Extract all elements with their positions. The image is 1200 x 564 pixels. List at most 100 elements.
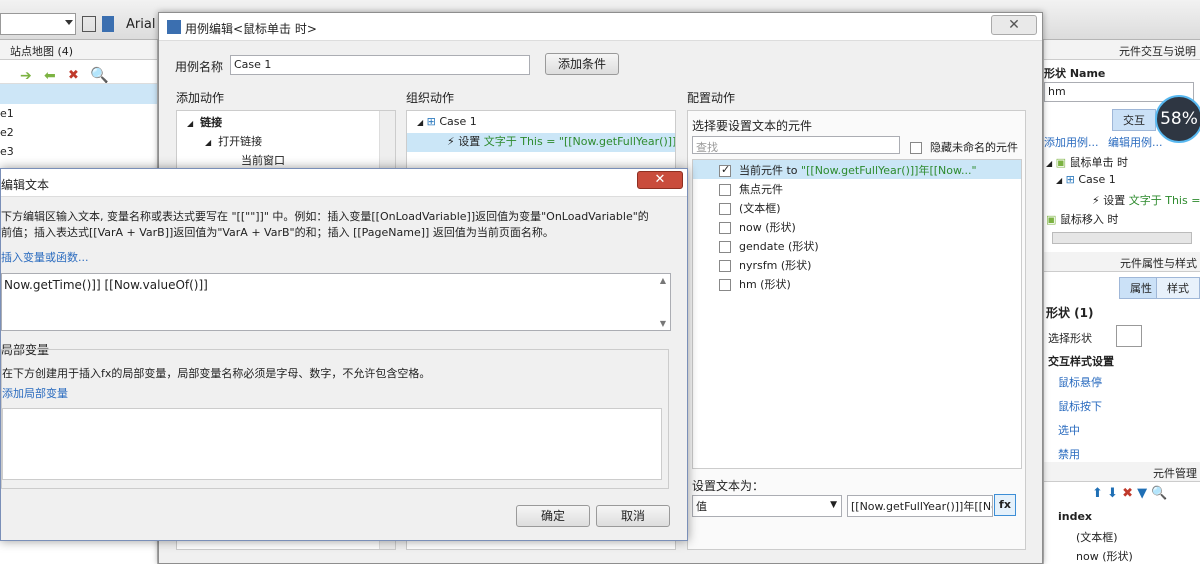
widget-row[interactable]: now (形状) — [693, 217, 1021, 236]
manager-toolbar: ⬆ ⬇ ✖ ▼ 🔍 — [1092, 486, 1167, 501]
add-case-link[interactable]: 添加用例... — [1044, 136, 1099, 149]
value-type-select[interactable]: 值 ▼ — [692, 495, 842, 517]
close-icon[interactable]: ✕ — [991, 15, 1037, 35]
sitemap-selected-row[interactable] — [0, 84, 157, 104]
style-pressed-link[interactable]: 鼠标按下 — [1058, 398, 1102, 414]
lightning-icon: ⚡ — [447, 135, 455, 148]
edit-dialog-title: 编辑文本 — [1, 178, 50, 192]
filter-icon[interactable]: ▼ — [1137, 486, 1147, 501]
widget-row[interactable]: 焦点元件 — [693, 179, 1021, 198]
fx-button[interactable]: fx — [994, 494, 1016, 516]
style-hover-link[interactable]: 鼠标悬停 — [1058, 374, 1102, 390]
action-row[interactable]: ⚡ 设置 文字于 This = — [1092, 192, 1200, 211]
style-selected-link[interactable]: 选中 — [1058, 422, 1080, 438]
widget-label: (文本框) — [739, 202, 781, 215]
event-label: 鼠标移入 时 — [1059, 213, 1119, 226]
sitemap-header: 站点地图 (4) — [0, 40, 157, 60]
insert-variable-link[interactable]: 插入变量或函数... — [1, 249, 89, 265]
tree-node[interactable]: ◢ 打开链接 — [205, 133, 262, 152]
arrow-right-icon[interactable]: ➔ — [20, 68, 32, 84]
value-text-input[interactable]: [[Now.getFullYear()]]年[[Now. — [847, 495, 993, 517]
tab-interaction[interactable]: 交互 — [1112, 109, 1156, 131]
hide-unnamed-checkbox[interactable] — [910, 142, 922, 154]
widget-checkbox[interactable] — [719, 279, 731, 291]
event-label: 鼠标单击 时 — [1069, 156, 1129, 169]
case-name-label: 用例名称 — [175, 60, 224, 74]
widget-row[interactable]: hm (形状) — [693, 274, 1021, 293]
manager-item[interactable]: (文本框) — [1076, 529, 1118, 545]
action-prefix: 设置 — [458, 135, 481, 148]
tree-node[interactable]: ◢ 链接 — [187, 114, 222, 133]
edit-description: 下方编辑区输入文本, 变量名称或表达式要写在 "[[""]]" 中。例如：插入变… — [1, 209, 681, 241]
widget-checkbox[interactable] — [719, 260, 731, 272]
hide-unnamed-option[interactable]: 隐藏未命名的元件 — [910, 139, 1018, 155]
widget-search-input[interactable]: 查找 — [692, 136, 900, 154]
progress-widget: 58% — [1155, 95, 1200, 143]
action-prefix: 设置 — [1103, 194, 1126, 207]
widget-checkbox[interactable] — [719, 241, 731, 253]
search-icon[interactable]: 🔍 — [90, 66, 109, 84]
configure-action-panel: 选择要设置文本的元件 查找 隐藏未命名的元件 当前元件 to "[[Now.ge… — [687, 110, 1026, 550]
case-name-input[interactable]: Case 1 — [230, 55, 530, 75]
add-action-title: 添加动作 — [176, 91, 225, 105]
select-shape-label: 选择形状 — [1048, 332, 1092, 345]
add-condition-button[interactable]: 添加条件 — [545, 53, 619, 75]
widget-value: "[[Now.getFullYear()]]年[[Now..." — [801, 164, 977, 177]
text-editor[interactable]: Now.getTime()]] [[Now.valueOf()]] ▲ ▼ — [1, 273, 671, 331]
action-row[interactable]: ⚡ 设置 文字于 This = "[[Now.getFullYear()]]年 — [407, 133, 675, 152]
font-family-label[interactable]: Arial — [126, 17, 155, 32]
arrow-left-icon[interactable]: ⬅ — [44, 68, 56, 84]
widget-checkbox[interactable] — [719, 163, 731, 177]
widget-row[interactable]: (文本框) — [693, 198, 1021, 217]
widget-checkbox[interactable] — [719, 184, 731, 196]
edit-dialog-titlebar: 编辑文本 ✕ — [1, 169, 687, 197]
manager-header: 元件管理 — [1044, 462, 1200, 482]
sitemap-item[interactable]: e3 — [0, 142, 157, 161]
tab-style[interactable]: 样式 — [1156, 277, 1200, 299]
widget-label: 当前元件 to — [739, 164, 798, 177]
delete-icon[interactable]: ✖ — [1122, 486, 1133, 501]
shape-picker[interactable] — [1116, 325, 1142, 347]
case-icon: ⊞ — [426, 115, 436, 128]
sitemap-item[interactable]: e1 — [0, 104, 157, 123]
event-icon: ▣ — [1046, 213, 1057, 226]
font-size-select[interactable] — [0, 13, 76, 35]
widget-row[interactable]: gendate (形状) — [693, 236, 1021, 255]
manager-item[interactable]: now (形状) — [1076, 548, 1133, 564]
horizontal-scrollbar[interactable] — [1052, 232, 1192, 244]
move-up-icon[interactable]: ⬆ — [1092, 486, 1103, 501]
tree-node-label: 打开链接 — [218, 135, 263, 148]
cancel-button[interactable]: 取消 — [596, 505, 670, 527]
widget-row[interactable]: 当前元件 to "[[Now.getFullYear()]]年[[Now..." — [693, 160, 1021, 179]
case-dialog-title: 用例编辑<鼠标单击 时> — [185, 22, 317, 36]
widget-checkbox[interactable] — [719, 203, 731, 215]
style-disabled-link[interactable]: 禁用 — [1058, 446, 1080, 462]
scroll-down-icon[interactable]: ▼ — [660, 319, 666, 328]
fill-icon[interactable] — [102, 16, 114, 32]
edit-case-link[interactable]: 编辑用例... — [1108, 136, 1163, 149]
delete-icon[interactable]: ✖ — [68, 68, 79, 83]
format-painter-icon[interactable] — [82, 16, 96, 32]
ok-button[interactable]: 确定 — [516, 505, 590, 527]
event-row[interactable]: ◢ ▣ 鼠标单击 时 — [1046, 154, 1128, 173]
search-icon[interactable]: 🔍 — [1151, 486, 1167, 501]
case-row[interactable]: ◢ ⊞ Case 1 — [1056, 173, 1116, 192]
value-type-label: 值 — [696, 500, 707, 513]
widget-checkbox[interactable] — [719, 222, 731, 234]
move-down-icon[interactable]: ⬇ — [1107, 486, 1118, 501]
widget-row[interactable]: nyrsfm (形状) — [693, 255, 1021, 274]
editor-content: Now.getTime()]] [[Now.valueOf()]] — [4, 278, 208, 292]
close-icon[interactable]: ✕ — [637, 171, 683, 189]
scroll-up-icon[interactable]: ▲ — [660, 276, 666, 285]
shape-name-label: 形状 Name — [1044, 67, 1106, 80]
description-line: 下方编辑区输入文本, 变量名称或表达式要写在 "[[""]]" 中。例如：插入变… — [1, 210, 649, 223]
event-icon: ▣ — [1055, 156, 1067, 169]
widget-label: gendate (形状) — [739, 240, 819, 253]
manager-item[interactable]: index — [1058, 510, 1092, 523]
add-local-var-link[interactable]: 添加局部变量 — [2, 385, 68, 401]
sitemap-item[interactable]: e2 — [0, 123, 157, 142]
local-vars-list[interactable] — [2, 408, 662, 480]
event-row[interactable]: ▣ 鼠标移入 时 — [1046, 211, 1118, 230]
widget-label: now (形状) — [739, 221, 796, 234]
case-row[interactable]: ◢ ⊞ Case 1 — [417, 115, 477, 134]
